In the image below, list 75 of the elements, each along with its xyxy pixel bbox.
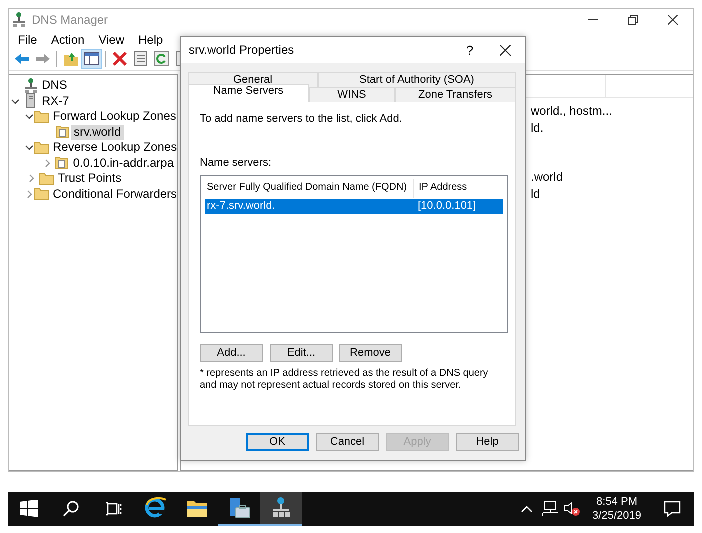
- folder-icon: [34, 140, 50, 155]
- dns-server-icon[interactable]: [270, 497, 292, 519]
- chevron-right-icon[interactable]: [42, 158, 52, 168]
- chevron-up-icon[interactable]: [520, 504, 532, 514]
- clock-time[interactable]: 8:54 PM: [596, 495, 638, 509]
- tree-item[interactable]: srv.world: [71, 124, 124, 140]
- folder-icon: [38, 172, 54, 186]
- properties-icon[interactable]: [132, 51, 148, 67]
- folder-icon: [34, 110, 50, 124]
- zone-file-icon: [54, 156, 69, 170]
- browser-icon[interactable]: [144, 497, 166, 519]
- table-cell-text: rx-7.srv.world.: [206, 199, 276, 214]
- tree-item[interactable]: Trust Points: [55, 171, 125, 186]
- zone-file-icon: [56, 125, 70, 140]
- menu-item[interactable]: Action: [44, 32, 92, 46]
- folder-icon: [34, 187, 50, 202]
- list-label: Name servers:: [200, 156, 273, 170]
- menu-item[interactable]: Help: [132, 32, 170, 46]
- server-icon: [24, 93, 36, 110]
- folder-up-icon[interactable]: [62, 51, 78, 67]
- chevron-down-icon[interactable]: [11, 96, 20, 106]
- chevron-down-icon[interactable]: [25, 112, 34, 122]
- task-view-icon[interactable]: [104, 501, 122, 517]
- tree-item[interactable]: Forward Lookup Zones: [50, 109, 180, 124]
- chevron-down-icon[interactable]: [25, 143, 34, 152]
- tab[interactable]: Name Servers: [188, 84, 309, 102]
- menu-item[interactable]: File: [11, 32, 44, 46]
- restore-icon: [628, 15, 638, 25]
- dialog-button[interactable]: Cancel: [316, 433, 379, 451]
- tree-item[interactable]: Reverse Lookup Zones: [50, 140, 180, 156]
- delete-icon[interactable]: [112, 51, 128, 67]
- menu-item[interactable]: View: [92, 32, 132, 46]
- list-cell-text: .world: [531, 169, 564, 186]
- window-title: DNS Manager: [32, 13, 108, 27]
- list-cell-text: world., hostm...: [531, 103, 614, 120]
- tab[interactable]: WINS: [309, 87, 395, 102]
- dialog-button[interactable]: OK: [246, 433, 309, 451]
- list-cell-text: ld.: [531, 120, 545, 136]
- table-cell-text: [10.0.0.101]: [417, 199, 478, 214]
- help-button[interactable]: ?: [455, 42, 485, 58]
- windows-start-icon[interactable]: [20, 500, 38, 518]
- dns-server-icon: [12, 12, 26, 28]
- chevron-right-icon[interactable]: [25, 190, 34, 199]
- close-icon: [668, 15, 678, 25]
- chevron-right-icon[interactable]: [27, 174, 36, 184]
- notification-icon[interactable]: [664, 501, 680, 517]
- clock-date[interactable]: 3/25/2019: [592, 509, 642, 523]
- forward-arrow-icon[interactable]: [34, 51, 50, 67]
- taskbar-app[interactable]: [260, 492, 302, 526]
- tree-item[interactable]: DNS: [39, 78, 70, 94]
- dialog-title: srv.world Properties: [189, 43, 294, 57]
- search-icon[interactable]: [63, 501, 79, 517]
- dialog-button[interactable]: Help: [456, 433, 519, 451]
- tree-item[interactable]: 0.0.10.in-addr.arpa: [70, 156, 177, 171]
- panel-icon[interactable]: [84, 51, 100, 67]
- network-icon[interactable]: [540, 501, 558, 517]
- list-button[interactable]: Add...: [200, 344, 263, 362]
- instruction-text: To add name servers to the list, click Add.: [200, 112, 404, 127]
- tab[interactable]: Start of Authority (SOA): [318, 72, 516, 87]
- list-cell-text: ld: [531, 186, 542, 202]
- close-icon[interactable]: [500, 44, 510, 56]
- column-header[interactable]: Server Fully Qualified Domain Name (FQDN): [205, 179, 413, 198]
- table-row[interactable]: rx-7.srv.world. [10.0.0.101]: [205, 199, 503, 214]
- speaker-muted-icon[interactable]: [564, 501, 581, 517]
- dns-server-icon: [24, 78, 38, 94]
- back-arrow-icon[interactable]: [14, 51, 30, 67]
- tree-item[interactable]: RX-7: [39, 94, 72, 109]
- refresh-icon[interactable]: [154, 51, 170, 67]
- server-toolbox-icon[interactable]: [228, 497, 250, 519]
- tab[interactable]: Zone Transfers: [395, 87, 516, 102]
- tree-item[interactable]: Conditional Forwarders: [50, 186, 180, 202]
- note-text: * represents an IP address retrieved as the result of a DNS query and may not represent actual records stored on this server.: [200, 368, 490, 392]
- list-button[interactable]: Remove: [339, 344, 402, 362]
- column-header[interactable]: IP Address: [413, 179, 503, 198]
- list-button[interactable]: Edit...: [270, 344, 333, 362]
